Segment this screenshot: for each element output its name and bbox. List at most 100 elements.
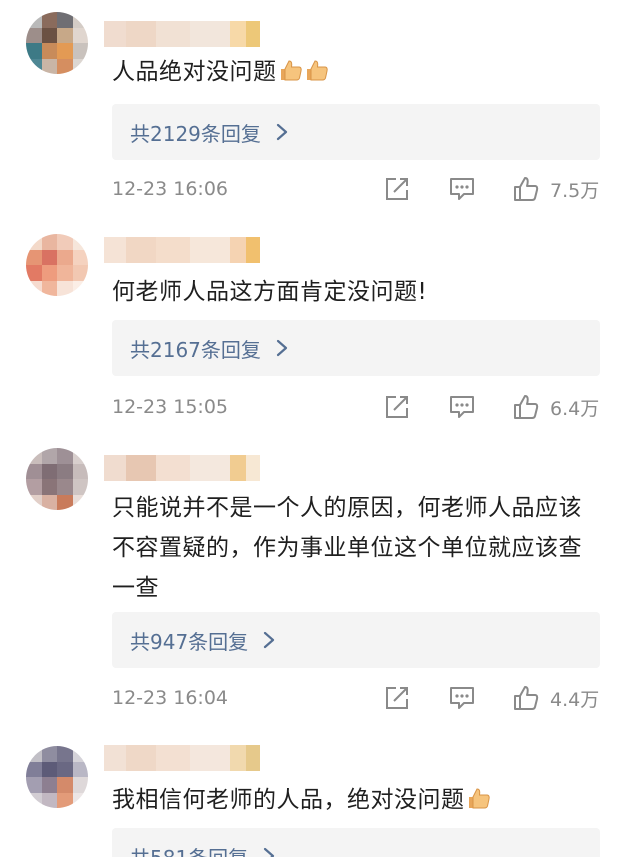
like-count: 6.4万 [550, 397, 600, 420]
view-replies-button[interactable]: 共2129条回复 [112, 104, 600, 160]
avatar-pixel [41, 494, 57, 510]
avatar-pixel [57, 761, 73, 777]
username-pixel [126, 745, 156, 771]
avatar-pixel [41, 265, 57, 281]
view-replies-button[interactable]: 共581条回复 [112, 828, 600, 857]
avatar-pixel [26, 265, 42, 281]
username-pixel [230, 237, 246, 263]
avatar-pixel [72, 448, 88, 464]
username-pixel [190, 21, 230, 47]
thumbs-up-emoji-icon [468, 788, 490, 809]
avatar-pixel [57, 777, 73, 793]
avatar[interactable] [26, 746, 88, 808]
avatar-pixel [26, 58, 42, 74]
username-blurred[interactable] [104, 744, 260, 772]
chevron-right-icon [264, 631, 275, 649]
avatar-pixel [57, 249, 73, 265]
username-pixel [104, 455, 126, 481]
avatar-pixel [41, 746, 57, 762]
avatar-pixel [41, 43, 57, 59]
avatar-pixel [57, 280, 73, 296]
avatar-pixel [26, 234, 42, 250]
avatar-pixel [26, 27, 42, 43]
avatar-pixel [72, 280, 88, 296]
like-button[interactable]: 4.4万 [512, 684, 599, 712]
avatar[interactable] [26, 234, 88, 296]
like-button[interactable]: 6.4万 [512, 393, 599, 421]
username-pixel [230, 455, 246, 481]
comment-meta: 12-23 16:06 7.5万 [112, 174, 602, 204]
avatar-pixel [72, 494, 88, 510]
username-pixel [246, 745, 260, 771]
avatar-pixel [72, 463, 88, 479]
username-pixel [126, 237, 156, 263]
avatar-pixel [72, 58, 88, 74]
view-replies-button[interactable]: 共947条回复 [112, 612, 600, 668]
avatar-pixel [41, 280, 57, 296]
replies-count-label: 共947条回复 [130, 629, 249, 654]
chevron-right-icon [264, 847, 275, 857]
avatar-pixel [57, 58, 73, 74]
username-pixel [246, 455, 260, 481]
share-button[interactable] [384, 176, 410, 202]
avatar[interactable] [26, 12, 88, 74]
comment-text: 何老师人品这方面肯定没问题! [112, 279, 428, 305]
avatar-pixel [26, 494, 42, 510]
avatar[interactable] [26, 448, 88, 510]
username-pixel [246, 237, 260, 263]
username-pixel [156, 21, 190, 47]
username-blurred[interactable] [104, 20, 260, 48]
avatar-pixel [72, 761, 88, 777]
avatar-pixel [26, 448, 42, 464]
reply-button[interactable] [448, 176, 476, 202]
avatar-pixel [26, 792, 42, 808]
comment-icon [450, 687, 474, 709]
comment-text: 人品绝对没问题 [112, 52, 600, 92]
avatar-pixel [72, 43, 88, 59]
username-pixel [104, 745, 126, 771]
share-icon [386, 687, 408, 709]
like-button[interactable]: 7.5万 [512, 175, 599, 203]
avatar-pixel [41, 761, 57, 777]
avatar-pixel [26, 249, 42, 265]
username-pixel [126, 21, 156, 47]
replies-count-label: 共2167条回复 [130, 337, 261, 362]
thumbs-up-icon [514, 177, 539, 201]
avatar-pixel [26, 43, 42, 59]
avatar-pixel [26, 777, 42, 793]
comment-meta: 12-23 15:05 6.4万 [112, 392, 602, 422]
username-pixel [156, 745, 190, 771]
share-button[interactable] [384, 685, 410, 711]
avatar-pixel [57, 746, 73, 762]
share-button[interactable] [384, 394, 410, 420]
username-pixel [156, 455, 190, 481]
username-pixel [190, 237, 230, 263]
avatar-pixel [26, 280, 42, 296]
avatar-pixel [72, 777, 88, 793]
avatar-pixel [72, 12, 88, 28]
username-blurred[interactable] [104, 454, 260, 482]
comment-text: 只能说并不是一个人的原因，何老师人品应该不容置疑的，作为事业单位这个单位就应该查… [112, 495, 582, 601]
avatar-pixel [26, 479, 42, 495]
reply-button[interactable] [448, 394, 476, 420]
username-pixel [246, 21, 260, 47]
avatar-pixel [26, 761, 42, 777]
comment-icon [450, 178, 474, 200]
comment-text: 我相信何老师的人品，绝对没问题 [112, 780, 600, 820]
username-pixel [126, 455, 156, 481]
username-blurred[interactable] [104, 236, 260, 264]
comment-feed: 人品绝对没问题 共2129条回复 12-23 16:06 7.5万 何老师人品这… [0, 0, 620, 857]
avatar-pixel [41, 27, 57, 43]
share-icon [386, 178, 408, 200]
avatar-pixel [57, 265, 73, 281]
avatar-pixel [72, 479, 88, 495]
reply-button[interactable] [448, 685, 476, 711]
thumbs-up-icon [514, 686, 539, 710]
view-replies-button[interactable]: 共2167条回复 [112, 320, 600, 376]
avatar-pixel [57, 448, 73, 464]
username-pixel [190, 455, 230, 481]
avatar-pixel [41, 12, 57, 28]
chevron-right-icon [276, 339, 288, 357]
username-pixel [104, 237, 126, 263]
avatar-pixel [41, 249, 57, 265]
